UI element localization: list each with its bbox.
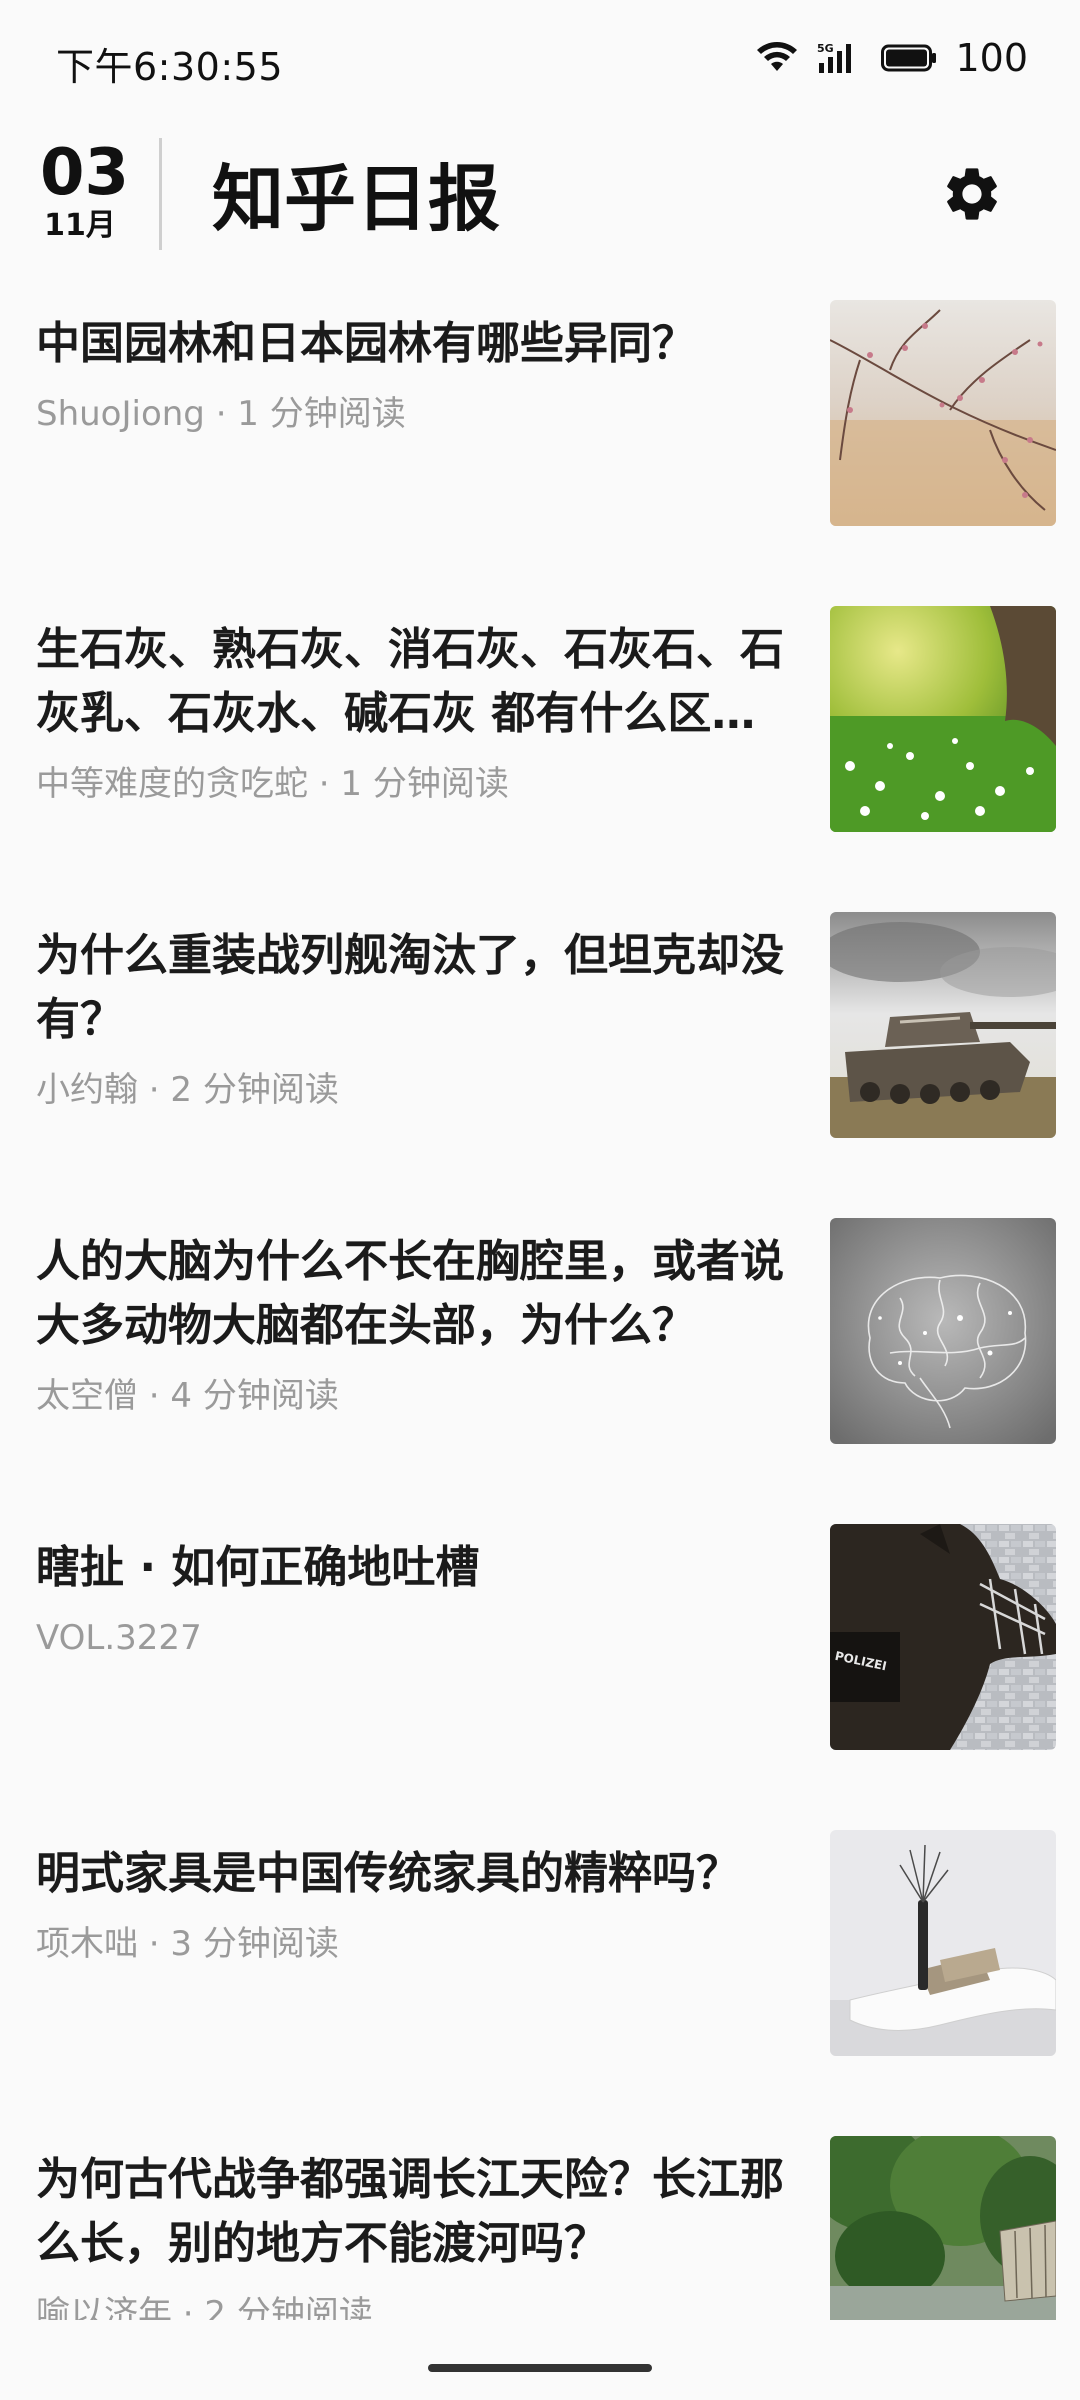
article-card[interactable]: 为什么重装战列舰淘汰了，但坦克却没有？ 小约翰 · 2 分钟阅读 <box>0 902 1080 1162</box>
header-divider <box>159 138 162 250</box>
article-card[interactable]: 为何古代战争都强调长江天险？长江那么长，别的地方不能渡河吗？ 喻以济年 · 2 … <box>0 2126 1080 2320</box>
gear-icon <box>940 162 1004 230</box>
police-dog-image: POLIZEI <box>830 1524 1056 1750</box>
battery-level: 100 <box>955 36 1028 80</box>
gesture-bar-area <box>0 2330 1080 2400</box>
status-bar: 下午6:30:55 5G 100 <box>0 0 1080 120</box>
river-boat-forest-image <box>830 2136 1056 2320</box>
article-title: 为何古代战争都强调长江天险？长江那么长，别的地方不能渡河吗？ <box>36 2154 784 2269</box>
article-title: 瞎扯 · 如何正确地吐槽 <box>36 1542 480 1593</box>
white-lounge-chair-image <box>830 1830 1056 2056</box>
status-time: 下午6:30:55 <box>56 45 283 89</box>
tank-image <box>830 912 1056 1138</box>
flower-meadow-image <box>830 606 1056 832</box>
article-meta: 小约翰 · 2 分钟阅读 <box>36 1070 339 1110</box>
article-card[interactable]: 瞎扯 · 如何正确地吐槽 VOL.3227 POLIZEI <box>0 1514 1080 1774</box>
article-thumbnail <box>830 300 1056 526</box>
article-thumbnail <box>830 606 1056 832</box>
article-card[interactable]: 生石灰、熟石灰、消石灰、石灰石、石灰乳、石灰水、碱石灰 都有什么区… 中等难度的… <box>0 596 1080 856</box>
brain-image <box>830 1218 1056 1444</box>
date-month: 11月 <box>44 208 116 243</box>
app-header: 03 11月 知乎日报 <box>0 120 1080 270</box>
app-title: 知乎日报 <box>212 157 501 241</box>
article-meta: 太空僧 · 4 分钟阅读 <box>36 1376 339 1416</box>
article-card[interactable]: 中国园林和日本园林有哪些异同？ ShuoJiong · 1 分钟阅读 <box>0 290 1080 550</box>
status-icons: 5G 100 <box>755 36 1028 80</box>
article-meta: VOL.3227 <box>36 1618 202 1658</box>
article-thumbnail <box>830 2136 1056 2320</box>
cherry-blossom-image <box>830 300 1056 526</box>
article-feed[interactable]: 中国园林和日本园林有哪些异同？ ShuoJiong · 1 分钟阅读 生石灰、熟… <box>0 290 1080 2320</box>
article-title: 为什么重装战列舰淘汰了，但坦克却没有？ <box>36 930 784 1045</box>
article-thumbnail: POLIZEI <box>830 1524 1056 1750</box>
battery-icon <box>881 43 937 73</box>
article-meta: 项木咄 · 3 分钟阅读 <box>36 1924 339 1964</box>
home-indicator[interactable] <box>428 2364 652 2372</box>
article-title: 中国园林和日本园林有哪些异同？ <box>36 318 696 369</box>
settings-button[interactable] <box>934 158 1010 234</box>
article-title: 生石灰、熟石灰、消石灰、石灰石、石灰乳、石灰水、碱石灰 都有什么区… <box>36 624 784 739</box>
article-thumbnail <box>830 912 1056 1138</box>
date-day: 03 <box>40 136 130 210</box>
article-card[interactable]: 人的大脑为什么不长在胸腔里，或者说大多动物大脑都在头部，为什么？ 太空僧 · 4… <box>0 1208 1080 1468</box>
article-thumbnail <box>830 1218 1056 1444</box>
article-thumbnail <box>830 1830 1056 2056</box>
article-title: 人的大脑为什么不长在胸腔里，或者说大多动物大脑都在头部，为什么？ <box>36 1236 784 1351</box>
article-card[interactable]: 明式家具是中国传统家具的精粹吗？ 项木咄 · 3 分钟阅读 <box>0 1820 1080 2080</box>
article-meta: 中等难度的贪吃蛇 · 1 分钟阅读 <box>36 764 509 804</box>
signal-5g-icon: 5G <box>817 41 863 75</box>
article-title: 明式家具是中国传统家具的精粹吗？ <box>36 1848 740 1899</box>
article-meta: ShuoJiong · 1 分钟阅读 <box>36 394 406 434</box>
article-meta: 喻以济年 · 2 分钟阅读 <box>36 2294 373 2320</box>
wifi-icon <box>755 41 799 75</box>
svg-text:5G: 5G <box>817 42 834 55</box>
date-block: 03 11月 <box>40 136 130 244</box>
